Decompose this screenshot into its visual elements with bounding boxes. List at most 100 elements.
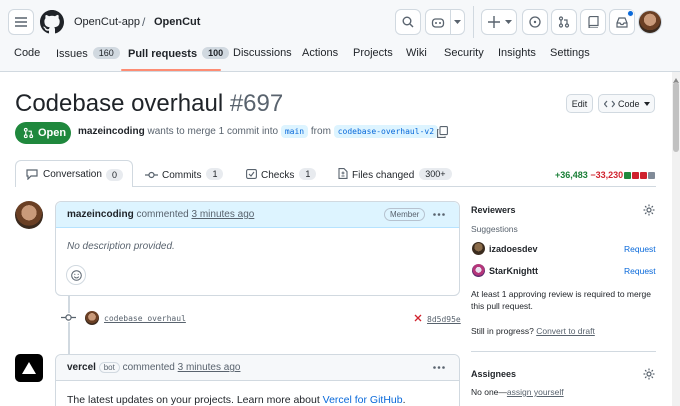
draft-prompt: Still in progress? Convert to draft [471, 326, 595, 336]
smiley-icon [70, 269, 82, 281]
github-logo-icon[interactable] [40, 10, 64, 34]
reviewer-name-izadoesdev[interactable]: izadoesdev [489, 244, 538, 254]
assignees-title: Assignees [471, 369, 517, 379]
reviewers-title: Reviewers [471, 205, 516, 215]
copy-icon[interactable] [437, 126, 448, 138]
tab-settings[interactable]: Settings [550, 47, 590, 59]
pull-requests-count: 100 [202, 47, 230, 59]
pull-requests-button[interactable] [551, 9, 577, 35]
member-badge: Member [384, 208, 426, 221]
commit-icon [61, 313, 76, 322]
tab-issues[interactable]: Issues 160 [56, 47, 120, 60]
tab-insights[interactable]: Insights [498, 47, 536, 59]
code-dropdown-button[interactable]: Code [598, 94, 655, 113]
bot-body-suffix: . [402, 394, 406, 406]
repo-name-link[interactable]: OpenCut [154, 16, 200, 28]
edit-label: Edit [571, 98, 588, 109]
tab-checks-label: Checks [261, 170, 295, 181]
comment-author-avatar[interactable] [15, 201, 43, 229]
pr-open-icon [23, 127, 34, 139]
file-diff-icon [338, 168, 348, 179]
x-icon [414, 314, 422, 322]
scrollbar[interactable] [672, 72, 680, 406]
user-avatar[interactable] [638, 10, 662, 34]
merge-text: wants to merge 1 commit into [147, 126, 279, 137]
repo-icon [587, 16, 599, 28]
code-icon [604, 100, 615, 108]
issues-button[interactable] [522, 9, 548, 35]
active-tab-underline [121, 69, 221, 71]
tab-pull-requests[interactable]: Pull requests 100 [128, 47, 230, 60]
chevron-down-icon [454, 20, 461, 24]
request-review-starknightt[interactable]: Request [624, 266, 656, 276]
approval-note: At least 1 approving review is required … [471, 289, 652, 311]
kebab-icon[interactable] [433, 213, 445, 216]
inbox-icon [616, 16, 628, 28]
pr-state-label: Open [38, 127, 67, 139]
convert-to-draft-link[interactable]: Convert to draft [536, 326, 595, 336]
comment-meta: mazeincoding commented 3 minutes ago [67, 209, 254, 220]
bot-badge: bot [98, 362, 120, 373]
pull-request-icon [558, 16, 570, 28]
tab-discussions[interactable]: Discussions [233, 47, 292, 59]
conversation-icon [26, 169, 38, 180]
reviewer-name-starknightt[interactable]: StarKnightt [489, 266, 538, 276]
request-review-izadoesdev[interactable]: Request [624, 244, 656, 254]
header-divider [473, 6, 474, 38]
search-button[interactable] [395, 9, 421, 35]
tab-security[interactable]: Security [444, 47, 484, 59]
tab-wiki[interactable]: Wiki [406, 47, 427, 59]
scroll-up-arrow[interactable] [673, 72, 679, 83]
in-progress-text: Still in progress? [471, 326, 534, 336]
tab-conversation[interactable]: Conversation 0 [15, 160, 133, 187]
head-branch[interactable]: codebase-overhaul-v2 [333, 125, 439, 138]
create-new-button[interactable] [481, 9, 517, 35]
plus-icon [488, 16, 500, 28]
commit-author-avatar[interactable] [85, 311, 99, 325]
reviewer-avatar-izadoesdev [472, 242, 485, 255]
repositories-button[interactable] [580, 9, 606, 35]
tab-commits[interactable]: Commits 1 [145, 168, 224, 181]
hamburger-icon [15, 17, 27, 27]
add-reaction-button[interactable] [66, 265, 86, 285]
additions-count: +36,483 [555, 170, 588, 180]
bot-author-link[interactable]: vercel [67, 362, 96, 373]
gear-icon[interactable] [643, 204, 655, 216]
base-branch[interactable]: main [280, 125, 309, 138]
gear-icon[interactable] [643, 368, 655, 380]
commit-sha-link[interactable]: 8d5d95e [427, 315, 461, 324]
repo-owner-link[interactable]: OpenCut-app [74, 16, 140, 28]
bot-comment-card: vercel bot commented 3 minutes ago The l… [55, 354, 460, 406]
vercel-avatar[interactable] [15, 354, 43, 382]
bot-comment-body: The latest updates on your projects. Lea… [67, 394, 406, 406]
assign-yourself-link[interactable]: assign yourself [507, 387, 564, 397]
assignees-value: No one—assign yourself [471, 387, 564, 397]
tab-checks[interactable]: Checks 1 [246, 168, 317, 181]
comment-author-link[interactable]: mazeincoding [67, 209, 134, 220]
pr-number: #697 [229, 90, 284, 117]
conversation-count: 0 [106, 169, 124, 181]
comment-action: commented [136, 209, 189, 220]
tab-files-changed[interactable]: Files changed 300+ [338, 168, 452, 181]
breadcrumb-separator: / [142, 15, 146, 29]
files-changed-count: 300+ [419, 168, 452, 180]
edit-title-button[interactable]: Edit [566, 94, 593, 113]
tab-commits-label: Commits [162, 170, 202, 181]
pr-author-link[interactable]: mazeincoding [78, 126, 145, 137]
issues-icon [529, 16, 541, 28]
checks-icon [246, 169, 257, 179]
bot-comment-action: commented [122, 362, 175, 373]
no-one-text: No one— [471, 387, 507, 397]
comment-timestamp[interactable]: 3 minutes ago [192, 209, 255, 220]
vercel-for-github-link[interactable]: Vercel for GitHub [323, 394, 403, 406]
menu-button[interactable] [8, 9, 34, 35]
kebab-icon[interactable] [433, 366, 445, 369]
pr-title-text: Codebase overhaul [15, 90, 224, 117]
commit-message-link[interactable]: codebase overhaul [104, 314, 186, 323]
bot-comment-timestamp[interactable]: 3 minutes ago [178, 362, 241, 373]
tab-actions[interactable]: Actions [302, 47, 338, 59]
tab-code[interactable]: Code [14, 47, 40, 59]
copilot-button[interactable] [425, 9, 465, 35]
scrollbar-thumb[interactable] [673, 82, 679, 152]
tab-projects[interactable]: Projects [353, 47, 393, 59]
